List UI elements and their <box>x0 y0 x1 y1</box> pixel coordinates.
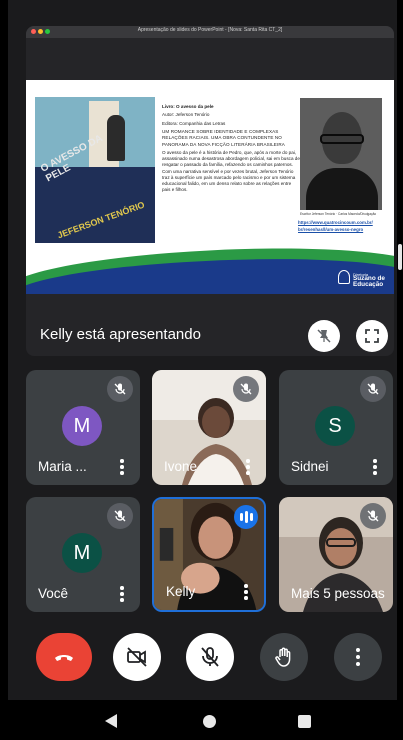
mic-toggle-button[interactable] <box>186 633 234 681</box>
home-icon[interactable] <box>203 715 216 728</box>
more-options-icon[interactable] <box>246 459 250 475</box>
participant-name: Sidnei <box>291 459 329 474</box>
hang-up-icon <box>55 655 73 661</box>
pin-off-button[interactable] <box>308 320 340 352</box>
slide-author-line: Autor: Jeferson Tenório <box>162 112 210 118</box>
fullscreen-button[interactable] <box>356 320 388 352</box>
mic-off-icon <box>201 647 219 667</box>
mic-off-icon <box>233 376 259 402</box>
maximize-dot-icon <box>45 29 50 34</box>
close-dot-icon <box>31 29 36 34</box>
slide-text: Livro: O avesso da pele Autor: Jeferson … <box>162 104 300 196</box>
window-title: Apresentação de slides do PowerPoint - [… <box>137 27 283 33</box>
shared-slide: O AVESSO DA PELE JEFERSON TENÓRIO Livro:… <box>26 80 394 294</box>
avatar: S <box>315 406 355 446</box>
avatar: M <box>62 533 102 573</box>
slide-link-1: https://www.quatrocincoum.com.br/ <box>298 220 373 225</box>
slide-publisher-line: Editora: Companhia das Letras <box>162 120 226 126</box>
meet-screen: Apresentação de slides do PowerPoint - [… <box>0 0 403 740</box>
participant-tile-kelly[interactable]: Kelly <box>152 497 266 612</box>
participant-name: Kelly <box>166 584 196 599</box>
presentation-stage[interactable]: Apresentação de slides do PowerPoint - [… <box>26 26 394 356</box>
book-cover-image: O AVESSO DA PELE JEFERSON TENÓRIO <box>34 96 156 244</box>
speaking-indicator-icon <box>234 505 258 529</box>
raise-hand-button[interactable] <box>260 633 308 681</box>
more-options-icon[interactable] <box>120 586 124 602</box>
participant-tile-sidnei[interactable]: S Sidnei <box>279 370 393 485</box>
slide-summary: O avesso da pele é a história de Pedro, … <box>162 149 300 193</box>
photo-caption: Escritor Jeferson Tenório · Carlos Maced… <box>300 212 377 216</box>
participant-tile-ivone[interactable]: Ivone <box>152 370 266 485</box>
presenter-status: Kelly está apresentando <box>40 326 201 343</box>
slide-link-2: br/resenhas/l/um-avesso-negro <box>298 227 364 232</box>
pin-off-icon <box>317 329 331 343</box>
participant-tile-maria[interactable]: M Maria ... <box>26 370 140 485</box>
more-options-icon[interactable] <box>373 459 377 475</box>
participant-name: Mais 5 pessoas <box>291 586 385 601</box>
participant-name: Você <box>38 586 69 601</box>
screen-edge-left <box>0 0 8 740</box>
system-navigation-bar <box>0 700 403 740</box>
recent-apps-icon[interactable] <box>298 715 311 728</box>
mic-off-icon <box>107 503 133 529</box>
participant-tile-self[interactable]: M Você <box>26 497 140 612</box>
participant-name: Maria ... <box>38 459 87 474</box>
more-options-button[interactable] <box>334 633 382 681</box>
presenter-window-titlebar: Apresentação de slides do PowerPoint - [… <box>26 26 394 38</box>
slide-book-line: Livro: O avesso da pele <box>162 104 214 109</box>
mic-off-icon <box>360 376 386 402</box>
back-icon[interactable] <box>105 714 117 728</box>
slide-summary-caps: UM ROMANCE SOBRE IDENTIDADE E COMPLEXAS … <box>162 129 285 147</box>
camera-toggle-button[interactable] <box>113 633 161 681</box>
screen-edge-right <box>397 0 403 740</box>
mic-off-icon <box>360 503 386 529</box>
more-vert-icon <box>356 648 360 666</box>
scroll-handle[interactable] <box>398 244 402 270</box>
suzano-education-logo: Diretoria Suzano de Educação <box>338 268 390 288</box>
fullscreen-icon <box>365 329 379 343</box>
mic-off-icon <box>107 376 133 402</box>
raise-hand-icon <box>275 647 291 667</box>
author-photo <box>300 98 382 210</box>
more-options-icon[interactable] <box>120 459 124 475</box>
more-options-icon[interactable] <box>244 584 248 600</box>
avatar: M <box>62 406 102 446</box>
camera-off-icon <box>127 647 147 667</box>
book-cover-author: JEFERSON TENÓRIO <box>56 199 146 241</box>
minimize-dot-icon <box>38 29 43 34</box>
end-call-button[interactable] <box>36 633 92 681</box>
participant-tile-more-people[interactable]: Mais 5 pessoas <box>279 497 393 612</box>
participant-name: Ivone <box>164 459 198 474</box>
